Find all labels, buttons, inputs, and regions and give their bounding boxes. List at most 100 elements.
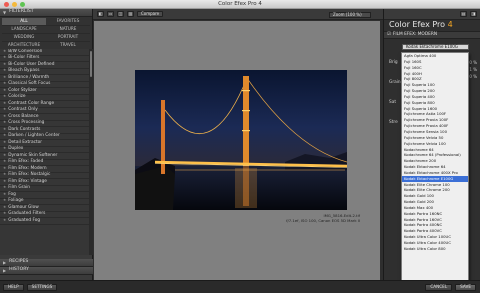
filter-name: Contrast Only	[8, 107, 38, 113]
favorite-star-icon[interactable]: ★	[3, 121, 6, 125]
slider-label: Grain	[389, 80, 401, 85]
favorite-star-icon[interactable]: ★	[3, 186, 6, 190]
filter-name: Colorize	[8, 94, 26, 100]
category-tab[interactable]: FAVORITES	[46, 18, 90, 26]
favorite-star-icon[interactable]: ★	[3, 153, 6, 158]
favorite-star-icon[interactable]: ★	[3, 82, 6, 86]
film-type-select[interactable]: Kodak Ektachrome E100G	[402, 44, 469, 50]
filter-name: Cross Processing	[8, 120, 45, 126]
filter-name: Bi-Color Filters	[8, 55, 40, 61]
disclosure-triangle-icon: ▼	[3, 9, 7, 15]
favorite-star-icon[interactable]: ★	[3, 192, 6, 197]
right-bottom-bar: CANCEL SAVE	[383, 280, 480, 293]
compare-button[interactable]: Compare	[137, 11, 164, 17]
settings-button[interactable]: SETTINGS	[26, 283, 58, 291]
film-option[interactable]: Kodak Ultra Color 800	[402, 246, 468, 252]
recipes-header[interactable]: ▶ RECIPES	[0, 259, 93, 267]
filterlist-title: FILTERLIST	[9, 9, 34, 15]
favorite-star-icon[interactable]: ★	[3, 160, 6, 164]
filter-name: Graduated Filters	[8, 211, 46, 217]
golden-gate-bridge-photo	[135, 70, 347, 210]
filter-list: ★ B/W Conversion ★ Bi-Color Filters ★ Bi-Colo…	[0, 49, 89, 255]
histogram-button[interactable]: ▤	[460, 11, 467, 17]
zoom-label: Zoom (100 %)	[333, 11, 362, 17]
disclosure-triangle-icon: ▶	[3, 267, 7, 273]
filter-name: Darken / Lighten Center	[8, 133, 60, 139]
favorite-star-icon[interactable]: ★	[3, 173, 6, 177]
favorite-star-icon[interactable]: ★	[3, 108, 6, 112]
favorite-star-icon[interactable]: ★	[3, 212, 6, 216]
single-view-icon[interactable]: ▭	[107, 11, 114, 17]
favorite-star-icon[interactable]: ★	[3, 205, 6, 210]
favorite-star-icon[interactable]: ★	[3, 62, 6, 67]
favorite-star-icon[interactable]: ★	[3, 114, 6, 119]
hide-panel-button[interactable]: ◧	[97, 11, 104, 17]
brand-name: Color Efex Pro	[389, 20, 448, 29]
favorite-star-icon[interactable]: ★	[3, 147, 6, 151]
image-caption: IMG_5816-Edit-2.tif f/7.1ef, ISO 100, Ca…	[280, 213, 360, 223]
panel-toggle-button[interactable]: ◨	[470, 11, 477, 17]
preview-toolbar: ◧ ▭ ◫ ▥ Compare Zoom (100 %)	[93, 9, 383, 20]
favorite-star-icon[interactable]: ★	[3, 101, 6, 106]
slider-label: Stre	[389, 120, 398, 125]
favorite-star-icon[interactable]: ★	[3, 166, 6, 171]
scrollbar-thumb[interactable]	[90, 51, 92, 77]
checkbox-icon[interactable]: ☑	[387, 32, 391, 37]
filter-name: Film Efex: Faded	[8, 159, 44, 165]
right-toolbar: ▤ ◨	[384, 9, 480, 20]
category-tab[interactable]: PORTRAIT	[46, 34, 90, 42]
filter-name: Graduated Fog	[8, 217, 41, 223]
filter-name: Dark Contrasts	[8, 126, 41, 132]
recipes-history-section: ▶ RECIPES ▶ HISTORY	[0, 259, 93, 275]
favorite-star-icon[interactable]: ★	[3, 134, 6, 138]
brand-version: 4	[447, 20, 453, 29]
favorite-star-icon[interactable]: ★	[3, 56, 6, 60]
favorite-star-icon[interactable]: ★	[3, 218, 6, 223]
filter-list-scrollbar[interactable]	[89, 49, 93, 255]
favorite-star-icon[interactable]: ★	[3, 75, 6, 80]
favorite-star-icon[interactable]: ★	[3, 179, 6, 184]
history-label: HISTORY	[9, 267, 29, 273]
filter-name: Dynamic Skin Softener	[8, 152, 58, 158]
favorite-star-icon[interactable]: ★	[3, 88, 6, 93]
filter-name: Brilliance / Warmth	[8, 74, 50, 80]
filter-name: Film Efex: Vintage	[8, 178, 47, 184]
filter-name: Bleach Bypass	[8, 68, 40, 74]
category-tab[interactable]: NATURE	[46, 26, 90, 34]
history-header[interactable]: ▶ HISTORY	[0, 267, 93, 275]
filterlist-header[interactable]: ▼ FILTERLIST	[0, 9, 92, 17]
side-by-side-icon[interactable]: ▥	[127, 11, 134, 17]
active-filter-header[interactable]: ☑ FILM EFEX: MODERN	[384, 31, 480, 39]
favorite-star-icon[interactable]: ★	[3, 199, 6, 203]
film-type-dropdown: Agfa Optima 400 Fuji 160S Fuji 160C Fuji 40…	[401, 52, 469, 290]
favorite-star-icon[interactable]: ★	[3, 140, 6, 145]
film-selected-value: Kodak Ektachrome E100G	[406, 44, 458, 49]
filter-list-item[interactable]: ★ Graduated Fog	[0, 218, 89, 225]
filter-name: Fog	[8, 191, 16, 197]
split-view-icon[interactable]: ◫	[117, 11, 124, 17]
filter-name: Foliage	[8, 198, 24, 204]
slider-label: Brig	[389, 60, 398, 65]
category-tab[interactable]: ALL	[2, 18, 46, 26]
filter-name: Cross Balance	[8, 113, 39, 119]
save-button[interactable]: SAVE	[455, 283, 476, 291]
cancel-button[interactable]: CANCEL	[425, 283, 453, 291]
zoom-select[interactable]: Zoom (100 %)	[329, 11, 371, 18]
filter-name: Bi-Color User Defined	[8, 61, 55, 67]
help-button[interactable]: HELP	[3, 283, 24, 291]
filter-name: Duplex	[8, 146, 24, 152]
window-title: Color Efex Pro 4	[218, 1, 262, 7]
category-tab[interactable]: LANDSCAPE	[2, 26, 46, 34]
favorite-star-icon[interactable]: ★	[3, 127, 6, 132]
favorite-star-icon[interactable]: ★	[3, 49, 6, 54]
filter-name: Contrast Color Range	[8, 100, 55, 106]
category-tab[interactable]: WEDDING	[2, 34, 46, 42]
filter-name: Color Stylizer	[8, 87, 37, 93]
recipes-label: RECIPES	[9, 259, 29, 265]
preview-canvas[interactable]: IMG_5816-Edit-2.tif f/7.1ef, ISO 100, Ca…	[94, 21, 380, 280]
slider-label: Sat	[389, 100, 397, 105]
favorite-star-icon[interactable]: ★	[3, 95, 6, 99]
favorite-star-icon[interactable]: ★	[3, 69, 6, 73]
preview-image	[135, 70, 347, 210]
filter-name: Film Efex: Modern	[8, 165, 47, 171]
